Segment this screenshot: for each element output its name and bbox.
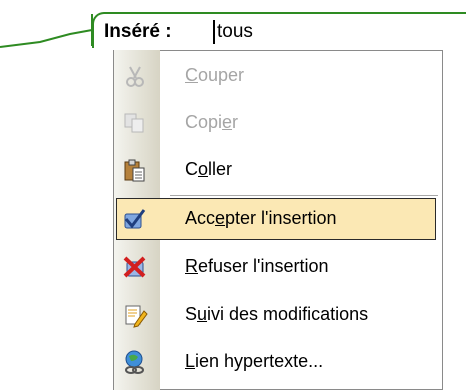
- mnemonic: R: [185, 256, 198, 276]
- scissors-icon: [122, 63, 148, 89]
- menu-item-paste-label: Coller: [185, 159, 233, 179]
- field-label: Inséré :: [104, 21, 172, 42]
- mnemonic: u: [197, 304, 208, 324]
- track-changes-icon: [122, 302, 148, 328]
- accept-change-icon: [122, 206, 148, 232]
- menu-item-accept-label: Accepter l'insertion: [185, 208, 337, 228]
- menu-item-track-label: Suivi des modifications: [185, 304, 369, 324]
- paste-icon: [122, 157, 148, 183]
- menu-item-hyperlink[interactable]: Lien hypertexte...: [116, 341, 436, 383]
- mnemonic: e: [222, 112, 233, 132]
- text-caret: [213, 20, 215, 44]
- mnemonic: o: [198, 159, 209, 179]
- menu-item-cut[interactable]: Couper: [116, 55, 436, 97]
- mnemonic: e: [215, 208, 226, 228]
- reject-change-icon: [122, 254, 148, 280]
- menu-item-cut-label: Couper: [185, 65, 244, 86]
- menu-item-reject-insertion[interactable]: Refuser l'insertion: [116, 246, 436, 288]
- menu-item-cut-rest: ouper: [198, 65, 245, 85]
- menu-item-reject-label: Refuser l'insertion: [185, 256, 329, 276]
- menu-separator: [170, 195, 438, 196]
- mnemonic: C: [185, 65, 198, 85]
- menu-item-copy[interactable]: Copier: [116, 102, 436, 144]
- menu-item-copy-label: Copier: [185, 112, 239, 132]
- field-value[interactable]: tous: [217, 21, 253, 43]
- hyperlink-icon: [122, 349, 148, 375]
- mnemonic: L: [185, 351, 196, 371]
- menu-item-paste[interactable]: Coller: [116, 149, 436, 191]
- copy-icon: [122, 110, 148, 136]
- menu-item-hyperlink-label: Lien hypertexte...: [185, 351, 324, 371]
- menu-item-accept-insertion[interactable]: Accepter l'insertion: [116, 198, 436, 240]
- menu-item-track-changes[interactable]: Suivi des modifications: [116, 294, 436, 336]
